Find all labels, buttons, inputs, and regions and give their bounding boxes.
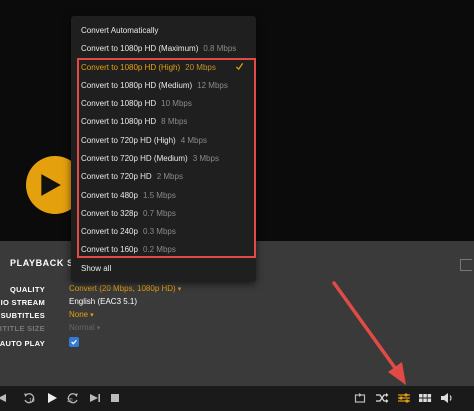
subtitles-label: SUBTITLES bbox=[0, 311, 45, 320]
menu-item-480p[interactable]: Convert to 480p 1.5 Mbps bbox=[71, 187, 256, 205]
autoplay-label: AUTO PLAY bbox=[0, 339, 45, 348]
menu-item-1080p-medium[interactable]: Convert to 1080p HD (Medium) 12 Mbps bbox=[71, 77, 256, 95]
menu-item-label: Convert to 160p bbox=[81, 245, 138, 254]
quality-dropdown-menu: Convert Automatically Convert to 1080p H… bbox=[71, 16, 256, 282]
menu-item-label: Convert to 1080p HD (Medium) bbox=[81, 81, 193, 90]
menu-item-160p[interactable]: Convert to 160p 0.2 Mbps bbox=[71, 241, 256, 259]
menu-item-label: Convert to 1080p HD (Maximum) bbox=[81, 44, 199, 53]
menu-item-label: Convert to 480p bbox=[81, 191, 138, 200]
menu-item-rate: 12 Mbps bbox=[197, 81, 228, 90]
subtitles-row: SUBTITLES None ▾ bbox=[0, 309, 474, 322]
skip-forward-amount: 30 bbox=[67, 398, 73, 404]
menu-item-1080p-high[interactable]: Convert to 1080p HD (High) 20 Mbps bbox=[71, 59, 256, 77]
shuffle-icon bbox=[376, 393, 389, 403]
menu-item-1080p-8mbps[interactable]: Convert to 1080p HD 8 Mbps bbox=[71, 113, 256, 131]
quality-select[interactable]: Convert (20 Mbps, 1080p HD) ▾ bbox=[69, 284, 181, 293]
menu-item-rate: 0.3 Mbps bbox=[142, 227, 176, 236]
shuffle-button[interactable] bbox=[375, 391, 389, 405]
menu-item-rate: 0.8 Mbps bbox=[203, 44, 237, 53]
sliders-icon bbox=[398, 393, 410, 403]
grid-button[interactable] bbox=[418, 391, 432, 405]
menu-item-rate: 0.2 Mbps bbox=[142, 245, 176, 254]
forward-icon: 30 bbox=[67, 393, 78, 404]
volume-button[interactable] bbox=[440, 391, 454, 405]
play-button[interactable] bbox=[45, 391, 59, 405]
audio-stream-row: DIO STREAM English (EAC3 5.1) bbox=[0, 296, 474, 309]
chevron-down-icon: ▾ bbox=[177, 286, 182, 293]
play-icon bbox=[48, 393, 57, 403]
menu-item-720p-medium[interactable]: Convert to 720p HD (Medium) 3 Mbps bbox=[71, 150, 256, 168]
skip-forward-button[interactable]: 30 bbox=[66, 391, 80, 405]
checkmark-icon bbox=[71, 339, 77, 345]
menu-item-rate: 1.5 Mbps bbox=[142, 191, 176, 200]
subtitle-size-select[interactable]: Normal ▾ bbox=[69, 323, 100, 332]
menu-item-label: Convert to 1080p HD bbox=[81, 99, 157, 108]
menu-item-328p[interactable]: Convert to 328p 0.7 Mbps bbox=[71, 205, 256, 223]
subtitles-value: None bbox=[69, 310, 89, 319]
skip-back-amount: 10 bbox=[29, 398, 35, 404]
menu-item-label: Convert to 1080p HD (High) bbox=[81, 63, 181, 72]
audio-stream-value: English (EAC3 5.1) bbox=[69, 297, 138, 306]
audio-stream-select[interactable]: English (EAC3 5.1) bbox=[69, 297, 137, 306]
menu-item-720p-high[interactable]: Convert to 720p HD (High) 4 Mbps bbox=[71, 132, 256, 150]
subtitle-size-label: BTITLE SIZE bbox=[0, 324, 45, 333]
autoplay-row: AUTO PLAY bbox=[0, 337, 474, 350]
menu-item-240p[interactable]: Convert to 240p 0.3 Mbps bbox=[71, 223, 256, 241]
playback-settings-button[interactable] bbox=[397, 391, 411, 405]
stop-icon bbox=[111, 394, 119, 402]
checkmark-icon bbox=[235, 62, 244, 71]
close-icon[interactable] bbox=[460, 259, 472, 271]
menu-item-show-all[interactable]: Show all bbox=[71, 260, 256, 278]
menu-item-label: Convert to 1080p HD bbox=[81, 117, 157, 126]
next-icon[interactable] bbox=[88, 391, 102, 405]
menu-item-rate: 4 Mbps bbox=[180, 136, 207, 145]
menu-item-rate: 8 Mbps bbox=[161, 117, 188, 126]
repeat-icon bbox=[354, 393, 366, 403]
player-controls-bar: 10 30 bbox=[0, 386, 474, 411]
autoplay-checkbox[interactable] bbox=[69, 337, 79, 347]
menu-item-label: Convert to 720p HD (Medium) bbox=[81, 154, 188, 163]
quality-label: QUALITY bbox=[9, 285, 45, 294]
audio-stream-label: DIO STREAM bbox=[0, 298, 45, 307]
subtitle-size-value: Normal bbox=[69, 323, 95, 332]
menu-item-rate: 3 Mbps bbox=[192, 154, 219, 163]
volume-icon bbox=[441, 393, 452, 403]
menu-item-label: Convert Automatically bbox=[81, 26, 159, 35]
menu-item-label: Convert to 720p HD (High) bbox=[81, 136, 176, 145]
menu-item-rate: 2 Mbps bbox=[156, 172, 183, 181]
play-icon bbox=[41, 174, 61, 196]
quality-value: Convert (20 Mbps, 1080p HD) bbox=[69, 284, 176, 293]
chevron-down-icon: ▾ bbox=[90, 312, 94, 319]
menu-item-label: Convert to 328p bbox=[81, 209, 138, 218]
menu-item-label: Convert to 720p HD bbox=[81, 172, 152, 181]
repeat-button[interactable] bbox=[353, 391, 367, 405]
previous-icon[interactable] bbox=[0, 391, 8, 405]
menu-item-720p-2mbps[interactable]: Convert to 720p HD 2 Mbps bbox=[71, 168, 256, 186]
subtitle-size-row: BTITLE SIZE Normal ▾ bbox=[0, 322, 474, 335]
skip-back-button[interactable]: 10 bbox=[22, 391, 36, 405]
menu-item-label: Convert to 240p bbox=[81, 227, 138, 236]
menu-item-label: Show all bbox=[81, 264, 112, 273]
replay-icon: 10 bbox=[24, 393, 35, 404]
menu-item-1080p-maximum[interactable]: Convert to 1080p HD (Maximum) 0.8 Mbps bbox=[71, 40, 256, 58]
chevron-down-icon: ▾ bbox=[96, 325, 101, 332]
menu-item-rate: 20 Mbps bbox=[185, 63, 216, 72]
menu-item-rate: 0.7 Mbps bbox=[142, 209, 176, 218]
subtitles-select[interactable]: None ▾ bbox=[69, 310, 94, 319]
grid-icon bbox=[419, 394, 432, 402]
quality-row: QUALITY Convert (20 Mbps, 1080p HD) ▾ bbox=[0, 283, 474, 296]
menu-item-1080p-10mbps[interactable]: Convert to 1080p HD 10 Mbps bbox=[71, 95, 256, 113]
panel-title: PLAYBACK SE bbox=[10, 258, 81, 268]
stop-button[interactable] bbox=[108, 391, 122, 405]
menu-item-rate: 10 Mbps bbox=[161, 99, 192, 108]
menu-item-convert-automatically[interactable]: Convert Automatically bbox=[71, 22, 256, 40]
